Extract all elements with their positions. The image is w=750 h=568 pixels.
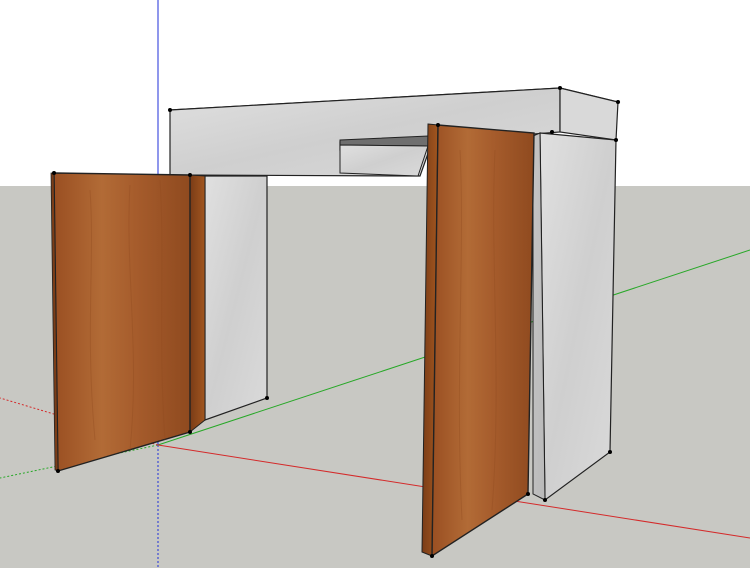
- shelf-front: [339, 144, 429, 177]
- stone-shelf[interactable]: [339, 135, 429, 177]
- scene-canvas[interactable]: [0, 0, 750, 568]
- wood-door-right[interactable]: [421, 123, 535, 558]
- stone-pillar-right[interactable]: [532, 132, 617, 502]
- stone-pillar-left[interactable]: [204, 175, 268, 421]
- wood-door-left[interactable]: [50, 172, 206, 472]
- door-left-face: [53, 172, 191, 472]
- sketchup-viewport[interactable]: [0, 0, 750, 568]
- door-left-edge: [189, 174, 206, 434]
- pillar-left-front: [204, 175, 268, 421]
- pillar-right-front: [539, 132, 617, 502]
- door-right-face: [431, 124, 535, 558]
